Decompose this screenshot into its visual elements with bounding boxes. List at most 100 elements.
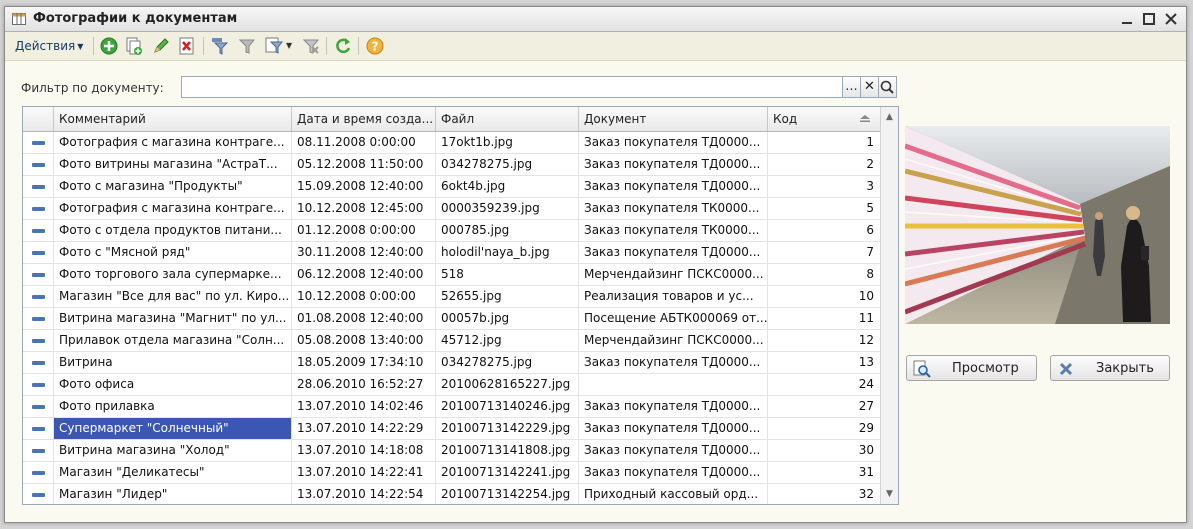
table-icon <box>12 13 26 25</box>
maximize-icon <box>1143 13 1155 25</box>
edit-icon[interactable] <box>151 36 171 56</box>
close-icon <box>1165 13 1177 25</box>
minimize-button[interactable] <box>1118 11 1136 27</box>
filter-off-icon[interactable] <box>301 36 321 56</box>
actions-label: Действия <box>15 39 76 53</box>
table-row[interactable]: Витрина магазина "Холод" 13.07.2010 14:18… <box>23 440 881 462</box>
row-marker-cell <box>23 484 54 504</box>
cell-code: 32 <box>768 484 881 504</box>
row-item-icon <box>32 339 45 343</box>
cell-file: 034278275.jpg <box>436 154 579 175</box>
cell-datetime: 05.08.2008 13:40:00 <box>292 330 436 351</box>
table-row[interactable]: Фото с магазина "Продукты" 15.09.2008 12:… <box>23 176 881 198</box>
maximize-button[interactable] <box>1140 11 1158 27</box>
row-item-icon <box>32 295 45 299</box>
chevron-down-icon[interactable]: ▼ <box>286 41 292 50</box>
row-marker-cell <box>23 440 54 461</box>
table-row[interactable]: Прилавок отдела магазина "Солн... 05.08.2… <box>23 330 881 352</box>
column-header-file[interactable]: Файл <box>436 107 579 131</box>
view-button[interactable]: Просмотр <box>906 355 1037 381</box>
row-item-icon <box>32 251 45 255</box>
cell-file: 20100713142241.jpg <box>436 462 579 483</box>
supermarket-photo <box>905 126 1170 324</box>
table-row[interactable]: Витрина магазина "Магнит" по ул... 01.08.… <box>23 308 881 330</box>
cell-file: 52655.jpg <box>436 286 579 307</box>
cell-datetime: 10.12.2008 0:00:00 <box>292 286 436 307</box>
cell-datetime: 13.07.2010 14:22:29 <box>292 418 436 439</box>
cell-file: 20100713140246.jpg <box>436 396 579 417</box>
filter-list-icon[interactable] <box>264 36 284 56</box>
refresh-icon[interactable] <box>333 36 353 56</box>
table-row[interactable]: Фотография с магазина контраге... 08.11.2… <box>23 132 881 154</box>
row-marker-cell <box>23 308 54 329</box>
cell-code: 8 <box>768 264 881 285</box>
cell-file: 20100713142254.jpg <box>436 484 579 504</box>
cell-code: 13 <box>768 352 881 373</box>
table-row[interactable]: Магазин "Лидер" 13.07.2010 14:22:54 201007… <box>23 484 881 504</box>
scroll-down-icon[interactable]: ▼ <box>881 485 898 503</box>
actions-menu[interactable]: Действия ▼ <box>15 39 83 53</box>
filter-clear-icon[interactable] <box>237 36 257 56</box>
cell-code: 7 <box>768 242 881 263</box>
table-row[interactable]: Фото прилавка 13.07.2010 14:02:46 20100713… <box>23 396 881 418</box>
photos-table[interactable]: Комментарий Дата и время созда... Файл Д… <box>22 106 899 505</box>
table-row[interactable]: Фото с "Мясной ряд" 30.11.2008 12:40:00 ho… <box>23 242 881 264</box>
column-header-code[interactable]: Код <box>768 107 881 131</box>
cell-comment: Фотография с магазина контраге... <box>54 132 292 153</box>
help-icon[interactable]: ? <box>365 36 385 56</box>
cell-document: Заказ покупателя ТД0000... <box>579 462 768 483</box>
row-item-icon <box>32 141 45 145</box>
cell-file: 20100713141808.jpg <box>436 440 579 461</box>
cell-document: Посещение АБТК000069 от... <box>579 308 768 329</box>
select-document-button[interactable]: ... <box>842 76 861 98</box>
sort-ascending-icon <box>860 115 870 122</box>
row-item-icon <box>32 361 45 365</box>
window-title: Фотографии к документам <box>33 11 238 26</box>
add-icon[interactable] <box>99 36 119 56</box>
cell-code: 10 <box>768 286 881 307</box>
cell-file: 518 <box>436 264 579 285</box>
search-filter-button[interactable] <box>878 76 897 98</box>
cell-comment: Магазин "Все для вас" по ул. Киро... <box>54 286 292 307</box>
cell-file: holodil'naya_b.jpg <box>436 242 579 263</box>
close-x-icon <box>1059 362 1073 376</box>
table-row[interactable]: Фотография с магазина контраге... 10.12.2… <box>23 198 881 220</box>
column-header-datetime[interactable]: Дата и время созда... <box>292 107 436 131</box>
cell-datetime: 13.07.2010 14:02:46 <box>292 396 436 417</box>
title-bar[interactable]: Фотографии к документам <box>5 7 1186 32</box>
delete-icon[interactable] <box>177 36 197 56</box>
cell-code: 30 <box>768 440 881 461</box>
column-header-comment[interactable]: Комментарий <box>54 107 292 131</box>
cell-comment: Витрина <box>54 352 292 373</box>
row-item-icon <box>32 207 45 211</box>
filter-label: Фильтр по документу: <box>21 81 164 95</box>
table-row[interactable]: Фото витрины магазина "АстраТ... 05.12.20… <box>23 154 881 176</box>
vertical-scrollbar[interactable]: ▲ ▼ <box>880 107 898 504</box>
table-row[interactable]: Фото офиса 28.06.2010 16:52:27 20100628165… <box>23 374 881 396</box>
column-header-document[interactable]: Документ <box>579 107 768 131</box>
cell-document: Заказ покупателя ТК0000... <box>579 198 768 219</box>
cell-document: Заказ покупателя ТД0000... <box>579 440 768 461</box>
copy-icon[interactable] <box>124 36 144 56</box>
filter-icon[interactable] <box>210 36 230 56</box>
cell-document: Заказ покупателя ТД0000... <box>579 396 768 417</box>
table-row[interactable]: Витрина 18.05.2009 17:34:10 034278275.jpg З… <box>23 352 881 374</box>
table-row[interactable]: Фото торгового зала супермарке... 06.12.2… <box>23 264 881 286</box>
minimize-icon <box>1122 22 1132 24</box>
table-row[interactable]: Магазин "Все для вас" по ул. Киро... 10.1… <box>23 286 881 308</box>
cell-document: Мерчендайзинг ПСКС0000... <box>579 264 768 285</box>
row-item-icon <box>32 317 45 321</box>
close-window-button[interactable] <box>1162 11 1180 27</box>
table-row[interactable]: Фото с отдела продуктов питани... 01.12.2… <box>23 220 881 242</box>
cell-document: Приходный кассовый орд... <box>579 484 768 504</box>
cell-comment: Фото витрины магазина "АстраТ... <box>54 154 292 175</box>
cell-document: Заказ покупателя ТК0000... <box>579 220 768 241</box>
table-row[interactable]: Магазин "Деликатесы" 13.07.2010 14:22:41 2… <box>23 462 881 484</box>
cell-document: Заказ покупателя ТД0000... <box>579 242 768 263</box>
table-row[interactable]: Супермаркет "Солнечный" 13.07.2010 14:22:… <box>23 418 881 440</box>
document-filter-input[interactable] <box>181 76 843 98</box>
magnifier-icon <box>913 360 931 378</box>
close-button[interactable]: Закрыть <box>1050 355 1170 381</box>
clear-filter-button[interactable]: ✕ <box>860 76 879 98</box>
scroll-up-icon[interactable]: ▲ <box>881 108 898 126</box>
